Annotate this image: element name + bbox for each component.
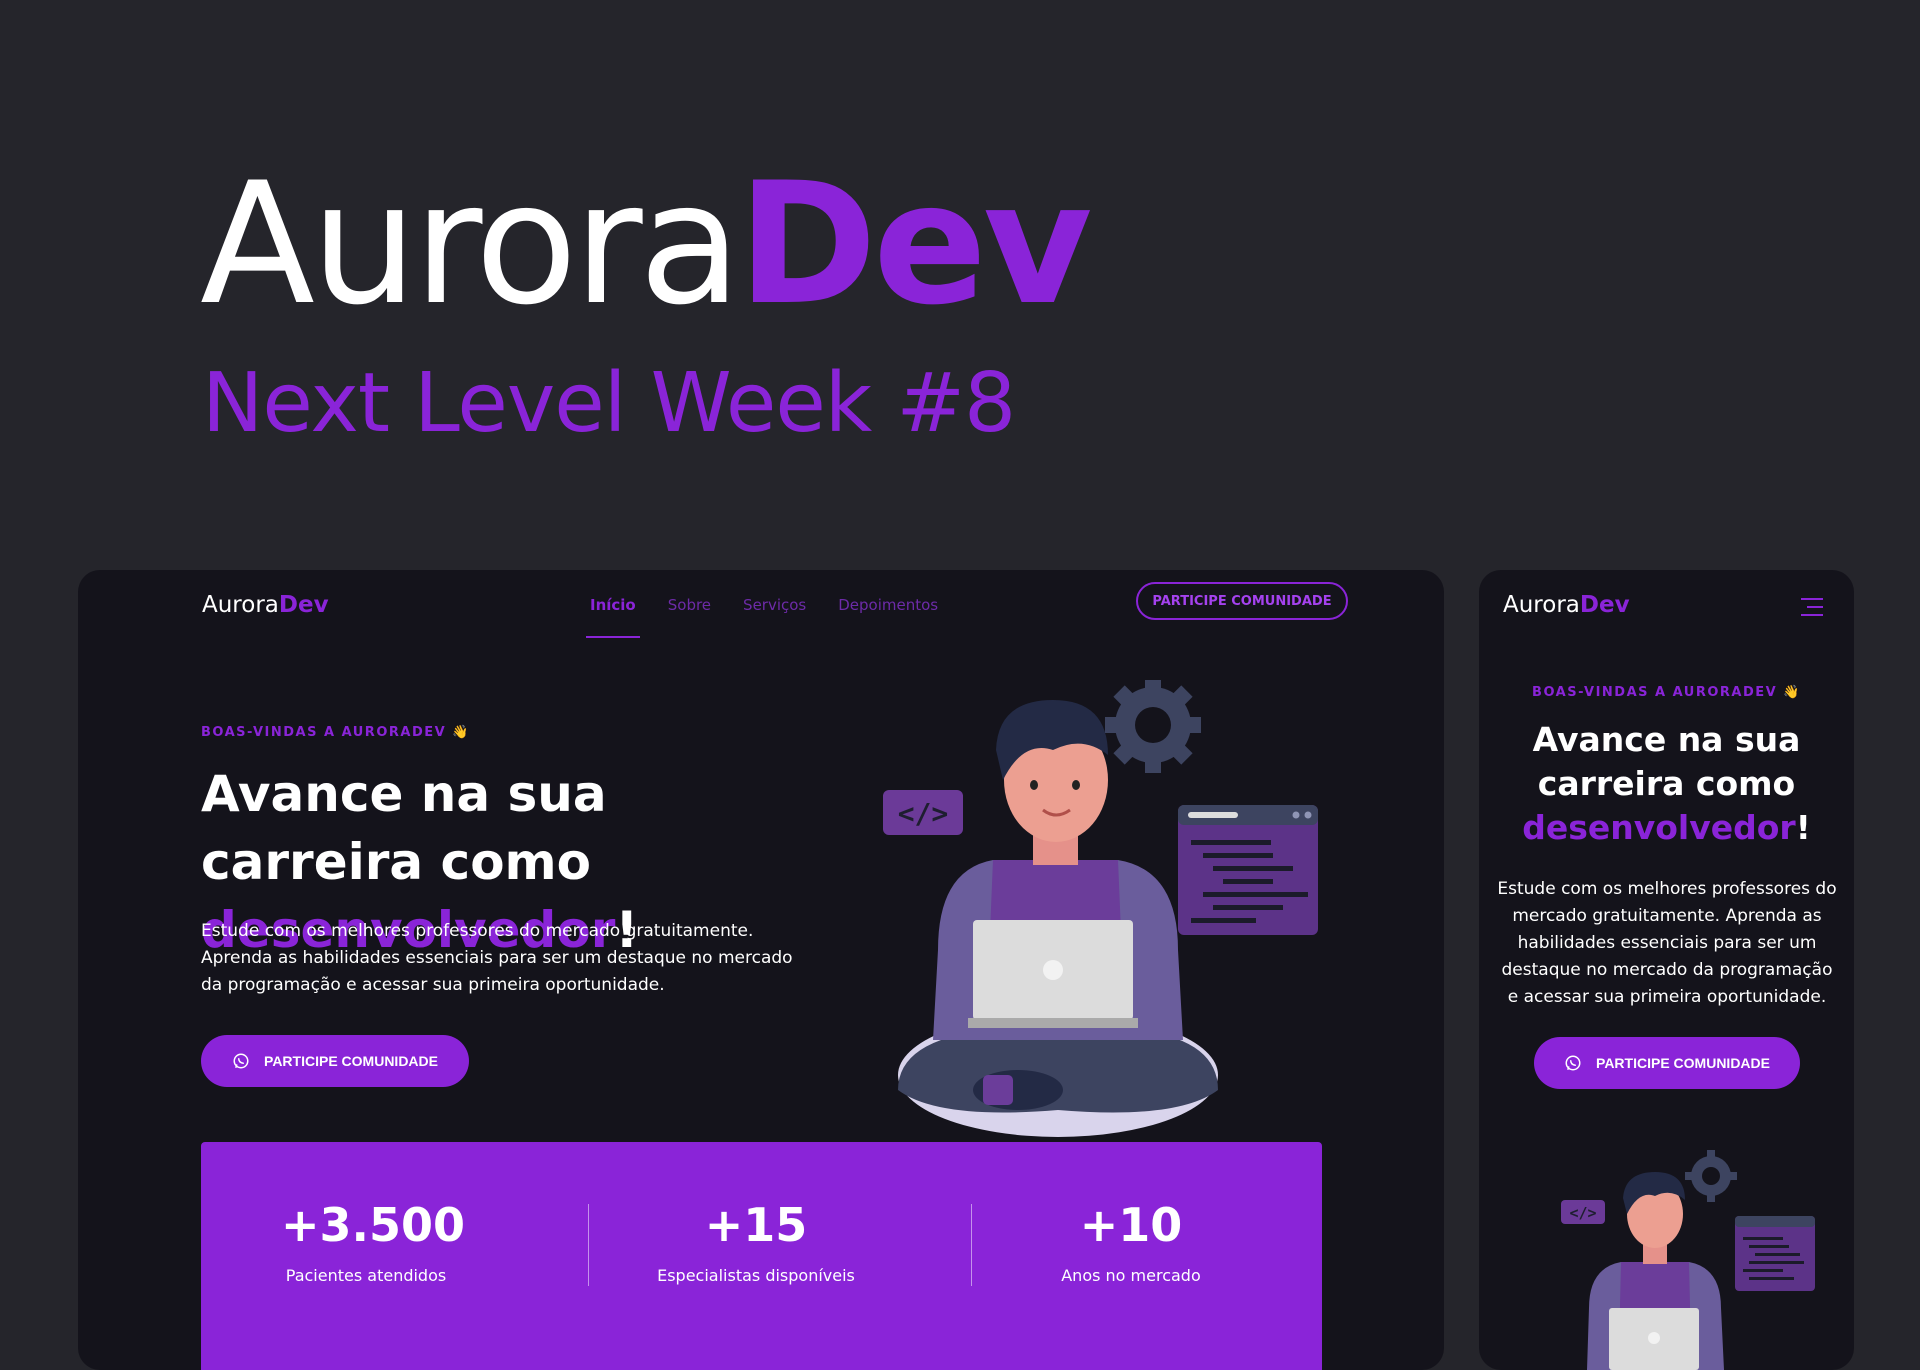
stat-item: +10 Anos no mercado xyxy=(1031,1202,1231,1285)
desktop-mockup: AuroraDev Início Sobre Serviços Depoimen… xyxy=(78,570,1444,1370)
brand-logo[interactable]: AuroraDev xyxy=(1503,592,1630,618)
svg-text:</>: </> xyxy=(1569,1204,1596,1222)
logo-accent: Dev xyxy=(278,592,329,618)
hero-description: Estude com os melhores professores do me… xyxy=(1497,879,1837,1007)
whatsapp-icon xyxy=(233,1053,249,1069)
svg-text:</>: </> xyxy=(898,797,949,830)
page-title: Avance na sua carreira como desenvolvedo… xyxy=(1489,718,1844,850)
gear-icon xyxy=(1105,680,1201,773)
stat-item: +3.500 Pacientes atendidos xyxy=(281,1198,466,1285)
stat-divider xyxy=(971,1204,972,1286)
developer-illustration: </> xyxy=(883,680,1318,1137)
welcome-tag: BOAS-VINDAS A AURORADEV 👋 xyxy=(1532,685,1801,700)
hero-title-accent: Dev xyxy=(737,146,1093,342)
mobile-mockup: AuroraDev BOAS-VINDAS A AURORADEV 👋 Avan… xyxy=(1479,570,1854,1370)
stat-value: +10 xyxy=(1079,1198,1183,1252)
main-nav: Início Sobre Serviços Depoimentos xyxy=(586,596,938,638)
stat-label: Especialistas disponíveis xyxy=(657,1266,855,1285)
whatsapp-icon xyxy=(1565,1055,1581,1071)
logo-main: Aurora xyxy=(202,592,279,618)
stats-panel: +3.500 Pacientes atendidos +15 Especiali… xyxy=(201,1142,1322,1370)
developer-illustration: </> xyxy=(1561,1150,1815,1370)
nav-item-inicio[interactable]: Início xyxy=(586,596,640,638)
code-window-icon xyxy=(1178,805,1318,935)
stat-value: +3.500 xyxy=(281,1198,466,1252)
gear-icon xyxy=(1685,1150,1737,1202)
nav-item-sobre[interactable]: Sobre xyxy=(668,596,711,614)
logo-accent: Dev xyxy=(1579,592,1630,618)
logo-main: Aurora xyxy=(1503,592,1580,618)
hero-subtitle: Next Level Week #8 xyxy=(202,356,1016,451)
nav-item-depoimentos[interactable]: Depoimentos xyxy=(838,596,938,614)
header-community-button[interactable]: PARTICIPE COMUNIDADE xyxy=(1136,582,1348,620)
hamburger-icon[interactable] xyxy=(1799,596,1825,618)
stat-item: +15 Especialistas disponíveis xyxy=(656,1202,856,1285)
stat-label: Pacientes atendidos xyxy=(285,1266,447,1285)
title-text: Avance na sua carreira como xyxy=(1532,720,1801,803)
hero-title-main: Aurora xyxy=(200,146,742,342)
cta-label: PARTICIPE COMUNIDADE xyxy=(1596,1055,1770,1071)
nav-item-servicos[interactable]: Serviços xyxy=(743,596,806,614)
cta-community-button[interactable]: PARTICIPE COMUNIDADE xyxy=(201,1035,469,1087)
stat-divider xyxy=(588,1204,589,1286)
title-end: ! xyxy=(1795,808,1811,847)
cta-label: PARTICIPE COMUNIDADE xyxy=(264,1053,438,1069)
hero-title: AuroraDev xyxy=(200,160,1092,328)
brand-logo[interactable]: AuroraDev xyxy=(202,592,329,618)
hero-description: Estude com os melhores professores do me… xyxy=(201,921,793,995)
cta-community-button[interactable]: PARTICIPE COMUNIDADE xyxy=(1534,1037,1800,1089)
code-window-icon xyxy=(1735,1216,1815,1291)
welcome-tag: BOAS-VINDAS A AURORADEV 👋 xyxy=(201,725,470,740)
title-text: Avance na sua carreira como xyxy=(201,765,607,891)
title-accent: desenvolvedor xyxy=(1522,808,1796,847)
stat-label: Anos no mercado xyxy=(1061,1266,1201,1285)
stat-value: +15 xyxy=(704,1198,808,1252)
